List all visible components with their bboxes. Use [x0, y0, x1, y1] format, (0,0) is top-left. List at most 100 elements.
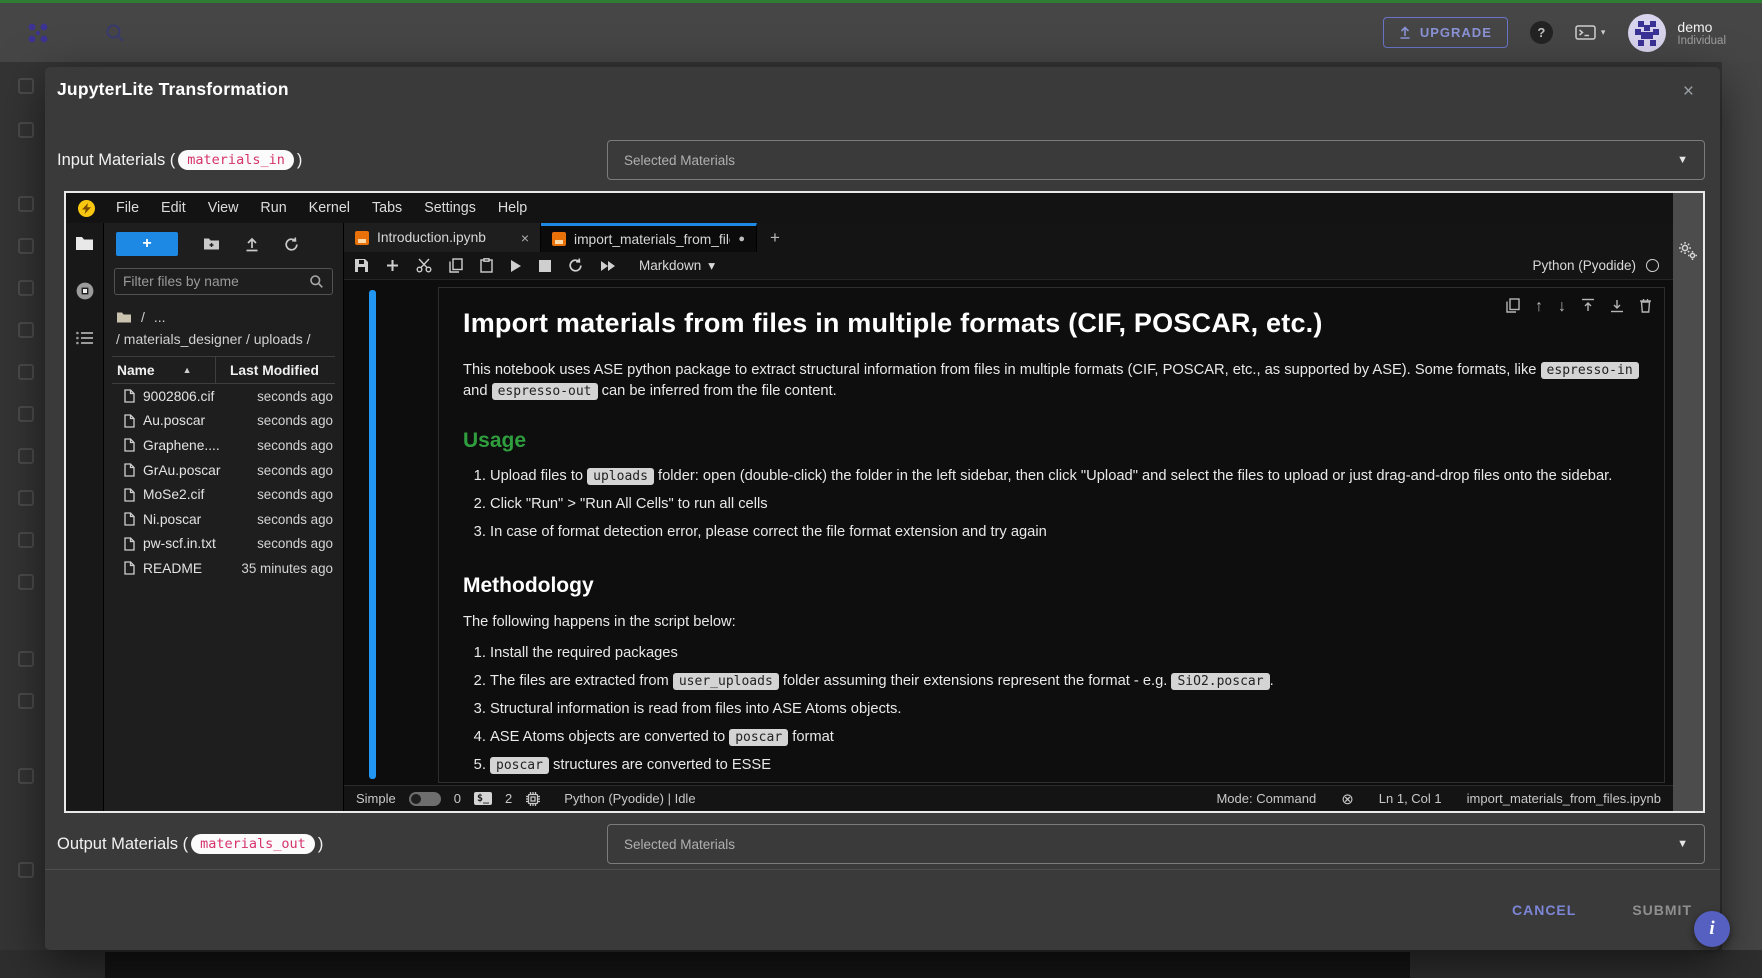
- submit-button[interactable]: SUBMIT: [1632, 902, 1692, 918]
- menu-settings[interactable]: Settings: [413, 200, 487, 216]
- menu-kernel[interactable]: Kernel: [298, 200, 361, 216]
- brand-logo-icon[interactable]: [24, 19, 52, 47]
- duplicate-cell-icon[interactable]: [1506, 298, 1520, 316]
- new-tab-button[interactable]: +: [757, 223, 793, 252]
- simple-mode-toggle[interactable]: [409, 792, 441, 806]
- restart-run-all-icon[interactable]: [600, 260, 616, 272]
- breadcrumb-ellipsis[interactable]: ...: [154, 309, 166, 325]
- refresh-icon[interactable]: [284, 237, 299, 252]
- user-menu[interactable]: demo Individual: [1627, 13, 1726, 53]
- file-row[interactable]: Ni.poscarseconds ago: [112, 507, 335, 532]
- input-materials-select[interactable]: Selected Materials ▼: [607, 140, 1705, 180]
- usage-item: In case of format detection error, pleas…: [490, 522, 1640, 543]
- home-folder-icon[interactable]: [116, 311, 132, 324]
- file-list-header: Name ▲ Last Modified: [112, 356, 335, 384]
- insert-cell-below-icon[interactable]: [1610, 298, 1624, 316]
- cancel-button[interactable]: CANCEL: [1512, 902, 1576, 918]
- sort-by-modified-header[interactable]: Last Modified: [215, 357, 335, 383]
- background-sidebar-icon: [18, 78, 34, 94]
- background-sidebar-icon: [18, 532, 34, 548]
- jupyterlite-transformation-dialog: JupyterLite Transformation × Input Mater…: [45, 67, 1720, 950]
- background-sidebar-icon: [18, 862, 34, 878]
- input-materials-label: Input Materials ( materials_in ): [57, 139, 302, 181]
- paste-icon[interactable]: [480, 258, 493, 273]
- file-row[interactable]: README35 minutes ago: [112, 556, 335, 581]
- background-sidebar-icon: [18, 693, 34, 709]
- jupyterlite-logo-icon: [78, 200, 95, 217]
- search-icon[interactable]: [104, 22, 126, 44]
- upgrade-button[interactable]: UPGRADE: [1383, 17, 1508, 48]
- menu-help[interactable]: Help: [487, 200, 538, 216]
- settings-gears-icon[interactable]: [1678, 241, 1698, 811]
- cursor-position[interactable]: Ln 1, Col 1: [1379, 791, 1442, 806]
- close-icon[interactable]: ×: [521, 230, 529, 246]
- menu-file[interactable]: File: [105, 200, 150, 216]
- search-icon: [309, 274, 324, 289]
- file-row[interactable]: pw-scf.in.txtseconds ago: [112, 532, 335, 557]
- caret-down-icon: ▼: [1677, 838, 1688, 850]
- tab-introduction-ipynb[interactable]: Introduction.ipynb ×: [344, 223, 541, 252]
- methodology-item: poscar structures are converted to ESSE: [490, 755, 1640, 776]
- methodology-item: ASE Atoms objects are converted to posca…: [490, 727, 1640, 748]
- add-cell-icon[interactable]: [386, 259, 399, 272]
- jupyter-menu-bar: File Edit View Run Kernel Tabs Settings …: [66, 193, 1673, 223]
- breadcrumb-path[interactable]: / materials_designer / uploads /: [116, 331, 331, 347]
- materials-out-pill: materials_out: [191, 834, 315, 854]
- move-cell-down-icon[interactable]: ↓: [1558, 298, 1566, 316]
- output-materials-select[interactable]: Selected Materials ▼: [607, 824, 1705, 864]
- menu-view[interactable]: View: [197, 200, 250, 216]
- sort-by-name-header[interactable]: Name ▲: [112, 363, 192, 378]
- background-sidebar-icon: [18, 322, 34, 338]
- menu-tabs[interactable]: Tabs: [361, 200, 413, 216]
- markdown-cell[interactable]: ↑ ↓ Import materials from files in multi…: [438, 287, 1665, 783]
- breadcrumb-root[interactable]: /: [141, 309, 145, 325]
- notebook-title: Import materials from files in multiple …: [463, 308, 1640, 339]
- stop-icon[interactable]: [539, 260, 551, 272]
- copy-icon[interactable]: [449, 258, 463, 273]
- console-menu-button[interactable]: ▾: [1575, 25, 1606, 40]
- background-sidebar-icon: [18, 280, 34, 296]
- restart-kernel-icon[interactable]: [568, 258, 583, 273]
- file-row[interactable]: Graphene....seconds ago: [112, 433, 335, 458]
- user-plan: Individual: [1677, 35, 1726, 47]
- file-row[interactable]: Au.poscarseconds ago: [112, 409, 335, 434]
- kernel-switcher[interactable]: Python (Pyodide): [1532, 258, 1663, 273]
- notebook-intro: This notebook uses ASE python package to…: [463, 360, 1640, 402]
- sort-ascending-icon: ▲: [183, 365, 192, 375]
- delete-cell-icon[interactable]: [1639, 298, 1652, 316]
- insert-cell-above-icon[interactable]: [1581, 298, 1595, 316]
- run-icon[interactable]: [510, 259, 522, 273]
- new-folder-icon[interactable]: [203, 237, 220, 251]
- mode-indicator[interactable]: Mode: Command: [1216, 791, 1316, 806]
- kernel-status-text[interactable]: Python (Pyodide) | Idle: [564, 791, 695, 806]
- file-filter-input[interactable]: [123, 274, 309, 289]
- file-browser-tab-icon[interactable]: [75, 235, 94, 251]
- menu-edit[interactable]: Edit: [150, 200, 197, 216]
- new-launcher-button[interactable]: +: [116, 232, 178, 256]
- cell-type-dropdown[interactable]: Markdown ▾: [639, 258, 715, 274]
- methodology-heading: Methodology: [463, 574, 1640, 598]
- upload-icon[interactable]: [245, 237, 259, 252]
- running-sessions-tab-icon[interactable]: [75, 281, 95, 301]
- table-of-contents-tab-icon[interactable]: [76, 331, 94, 345]
- document-tab-bar: Introduction.ipynb × import_materials_fr…: [344, 223, 1673, 252]
- cut-icon[interactable]: [416, 258, 432, 273]
- file-row[interactable]: GrAu.poscarseconds ago: [112, 458, 335, 483]
- help-icon[interactable]: ?: [1530, 21, 1553, 44]
- info-floating-button[interactable]: i: [1694, 911, 1730, 947]
- avatar: [1627, 13, 1667, 53]
- usage-item: Click "Run" > "Run All Cells" to run all…: [490, 494, 1640, 515]
- menu-run[interactable]: Run: [249, 200, 297, 216]
- tab-import-materials-from-file[interactable]: import_materials_from_file ●: [541, 223, 757, 252]
- unsaved-dot-icon: ●: [738, 233, 745, 245]
- file-icon: [124, 414, 135, 428]
- output-materials-label: Output Materials ( materials_out ): [57, 823, 323, 865]
- widget-side-strip: [1673, 193, 1703, 811]
- terminal-icon[interactable]: $_: [474, 792, 492, 805]
- save-icon[interactable]: [354, 258, 369, 273]
- kernel-chip-icon[interactable]: [525, 791, 541, 807]
- file-row[interactable]: MoSe2.cifseconds ago: [112, 482, 335, 507]
- move-cell-up-icon[interactable]: ↑: [1535, 298, 1543, 316]
- close-icon[interactable]: ×: [1683, 81, 1694, 103]
- file-row[interactable]: 9002806.cifseconds ago: [112, 384, 335, 409]
